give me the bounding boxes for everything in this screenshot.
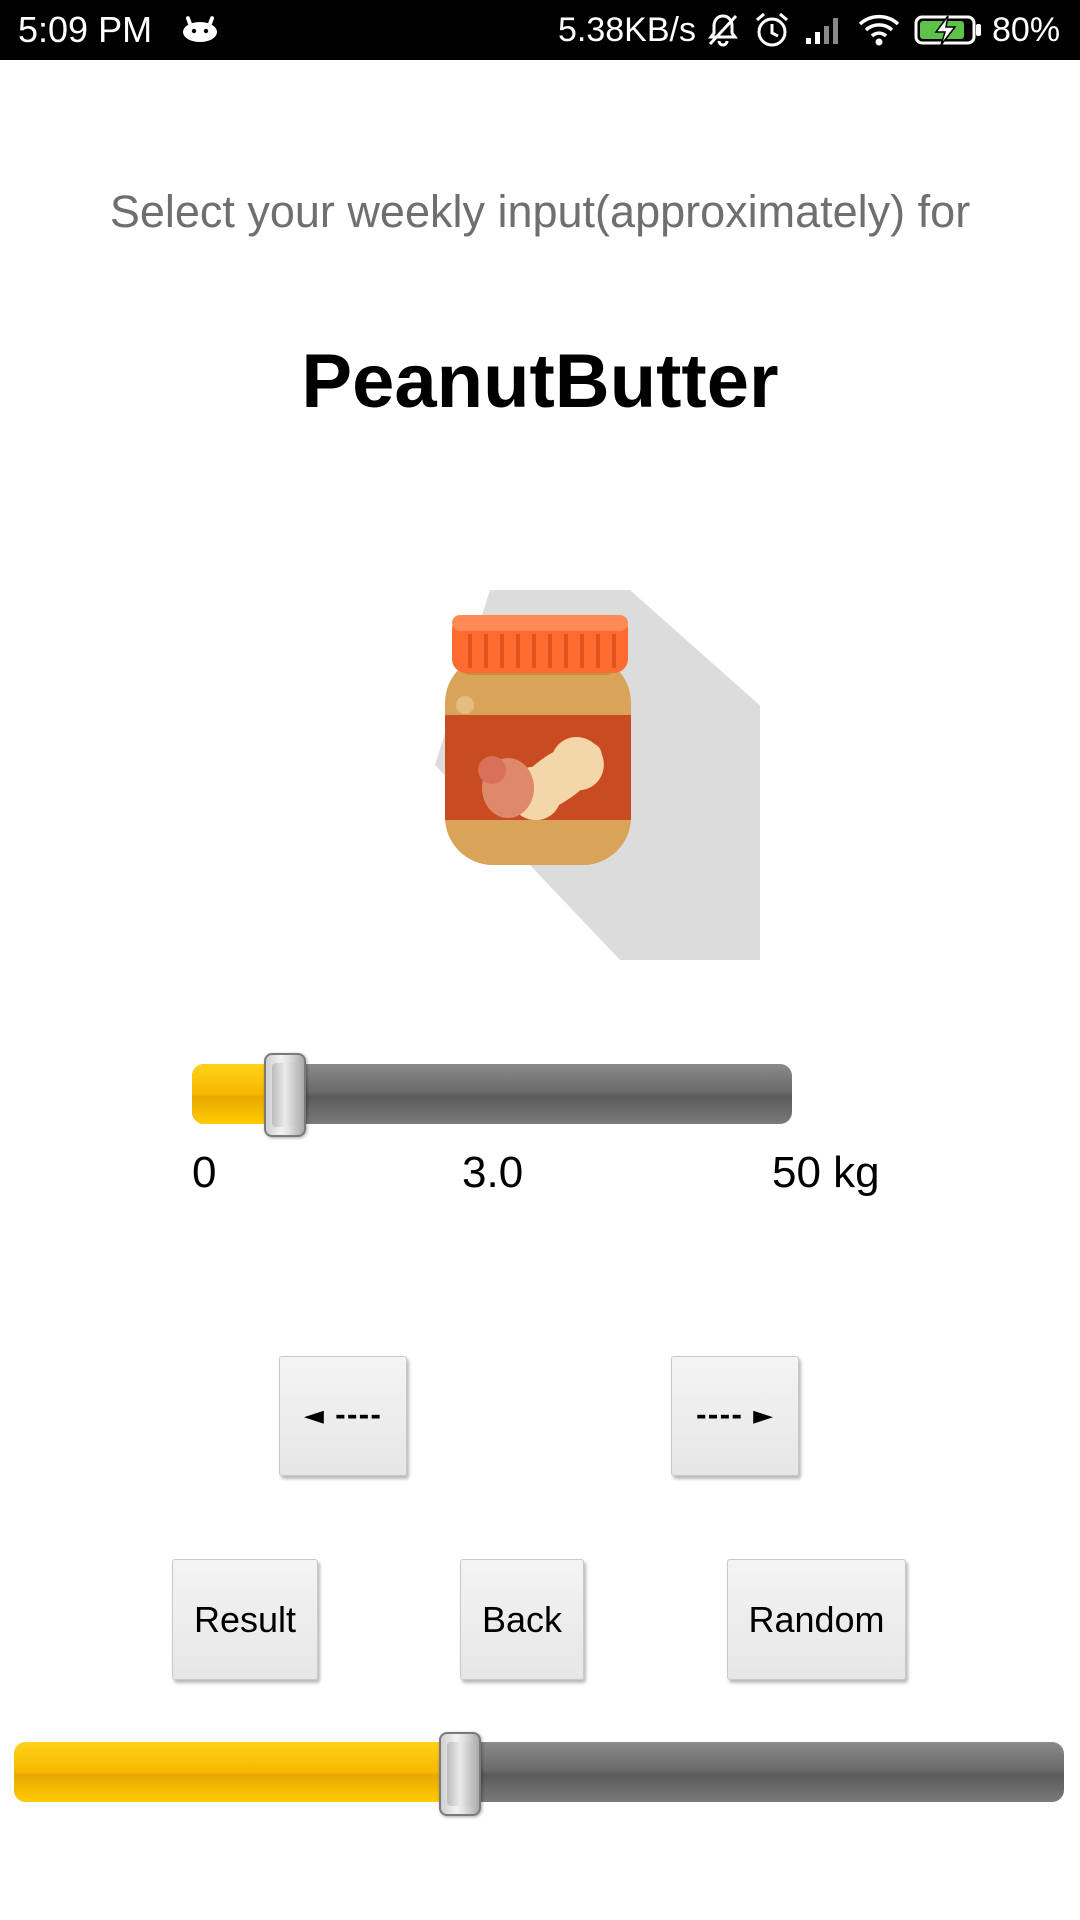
back-button[interactable]: Back [460,1559,584,1680]
alarm-icon [754,12,790,53]
weight-max-label: 50 kg [772,1148,880,1197]
signal-icon [804,12,844,53]
progress-slider-thumb[interactable] [439,1732,482,1816]
battery-percent: 80% [992,11,1061,49]
next-button[interactable]: ---- ► [671,1356,799,1476]
result-button[interactable]: Result [172,1559,318,1680]
progress-slider-track[interactable] [14,1742,1064,1802]
weight-slider-thumb[interactable] [264,1053,306,1137]
peanut-butter-jar-icon [320,510,765,960]
item-title: PeanutButter [301,339,779,424]
status-bar: 5:09 PM 5.38KB/s 80% [0,0,1080,60]
previous-button[interactable]: ◄ ---- [279,1356,407,1476]
network-speed: 5.38KB/s [558,11,696,49]
weight-min-label: 0 [192,1148,217,1197]
status-time: 5:09 PM [18,9,153,50]
random-button[interactable]: Random [727,1559,906,1680]
android-icon [182,16,218,47]
mute-icon [706,12,740,53]
prompt-text: Select your weekly input(approximately) … [109,186,971,237]
battery-charging-icon [914,12,984,53]
weight-value-label: 3.0 [462,1148,524,1197]
wifi-icon [858,12,900,53]
progress-slider-fill [14,1742,461,1802]
